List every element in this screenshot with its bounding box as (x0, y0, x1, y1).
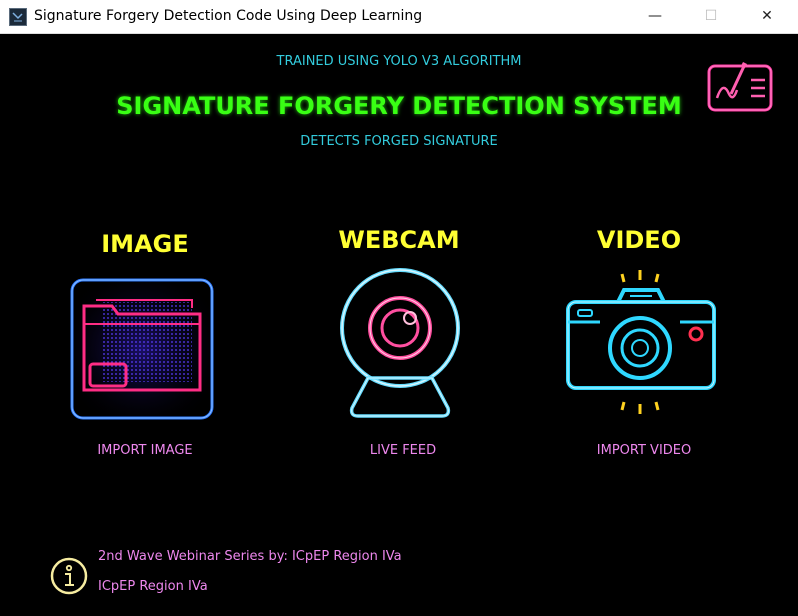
close-button[interactable]: ✕ (744, 0, 790, 33)
main-content: TRAINED USING YOLO V3 ALGORITHM SIGNATUR… (0, 34, 798, 616)
video-section-title: VIDEO (596, 226, 682, 254)
webcam-section-title: WEBCAM (338, 226, 460, 254)
page-title: SIGNATURE FORGERY DETECTION SYSTEM (116, 92, 682, 120)
window-title: Signature Forgery Detection Code Using D… (34, 8, 423, 24)
image-section-title: IMAGE (101, 230, 189, 258)
window-titlebar: Signature Forgery Detection Code Using D… (0, 0, 798, 34)
import-image-link[interactable]: IMPORT IMAGE (45, 443, 245, 458)
page-subtitle: DETECTS FORGED SIGNATURE (300, 134, 498, 149)
footer-org-text: ICpEP Region IVa (98, 579, 208, 594)
folder-icon (70, 278, 214, 420)
webcam-icon (340, 268, 460, 418)
info-icon[interactable] (50, 557, 88, 595)
app-icon (9, 8, 27, 26)
minimize-button[interactable]: — (632, 0, 678, 33)
camera-icon (566, 270, 716, 414)
import-video-tile[interactable] (560, 266, 722, 426)
footer-webinar-text: 2nd Wave Webinar Series by: ICpEP Region… (98, 549, 402, 564)
signature-card-icon (705, 58, 775, 116)
maximize-button[interactable]: ☐ (688, 0, 734, 33)
import-image-tile[interactable] (62, 272, 222, 424)
live-feed-link[interactable]: LIVE FEED (303, 443, 503, 458)
live-feed-tile[interactable] (322, 266, 476, 422)
trained-label: TRAINED USING YOLO V3 ALGORITHM (276, 54, 522, 69)
import-video-link[interactable]: IMPORT VIDEO (544, 443, 744, 458)
